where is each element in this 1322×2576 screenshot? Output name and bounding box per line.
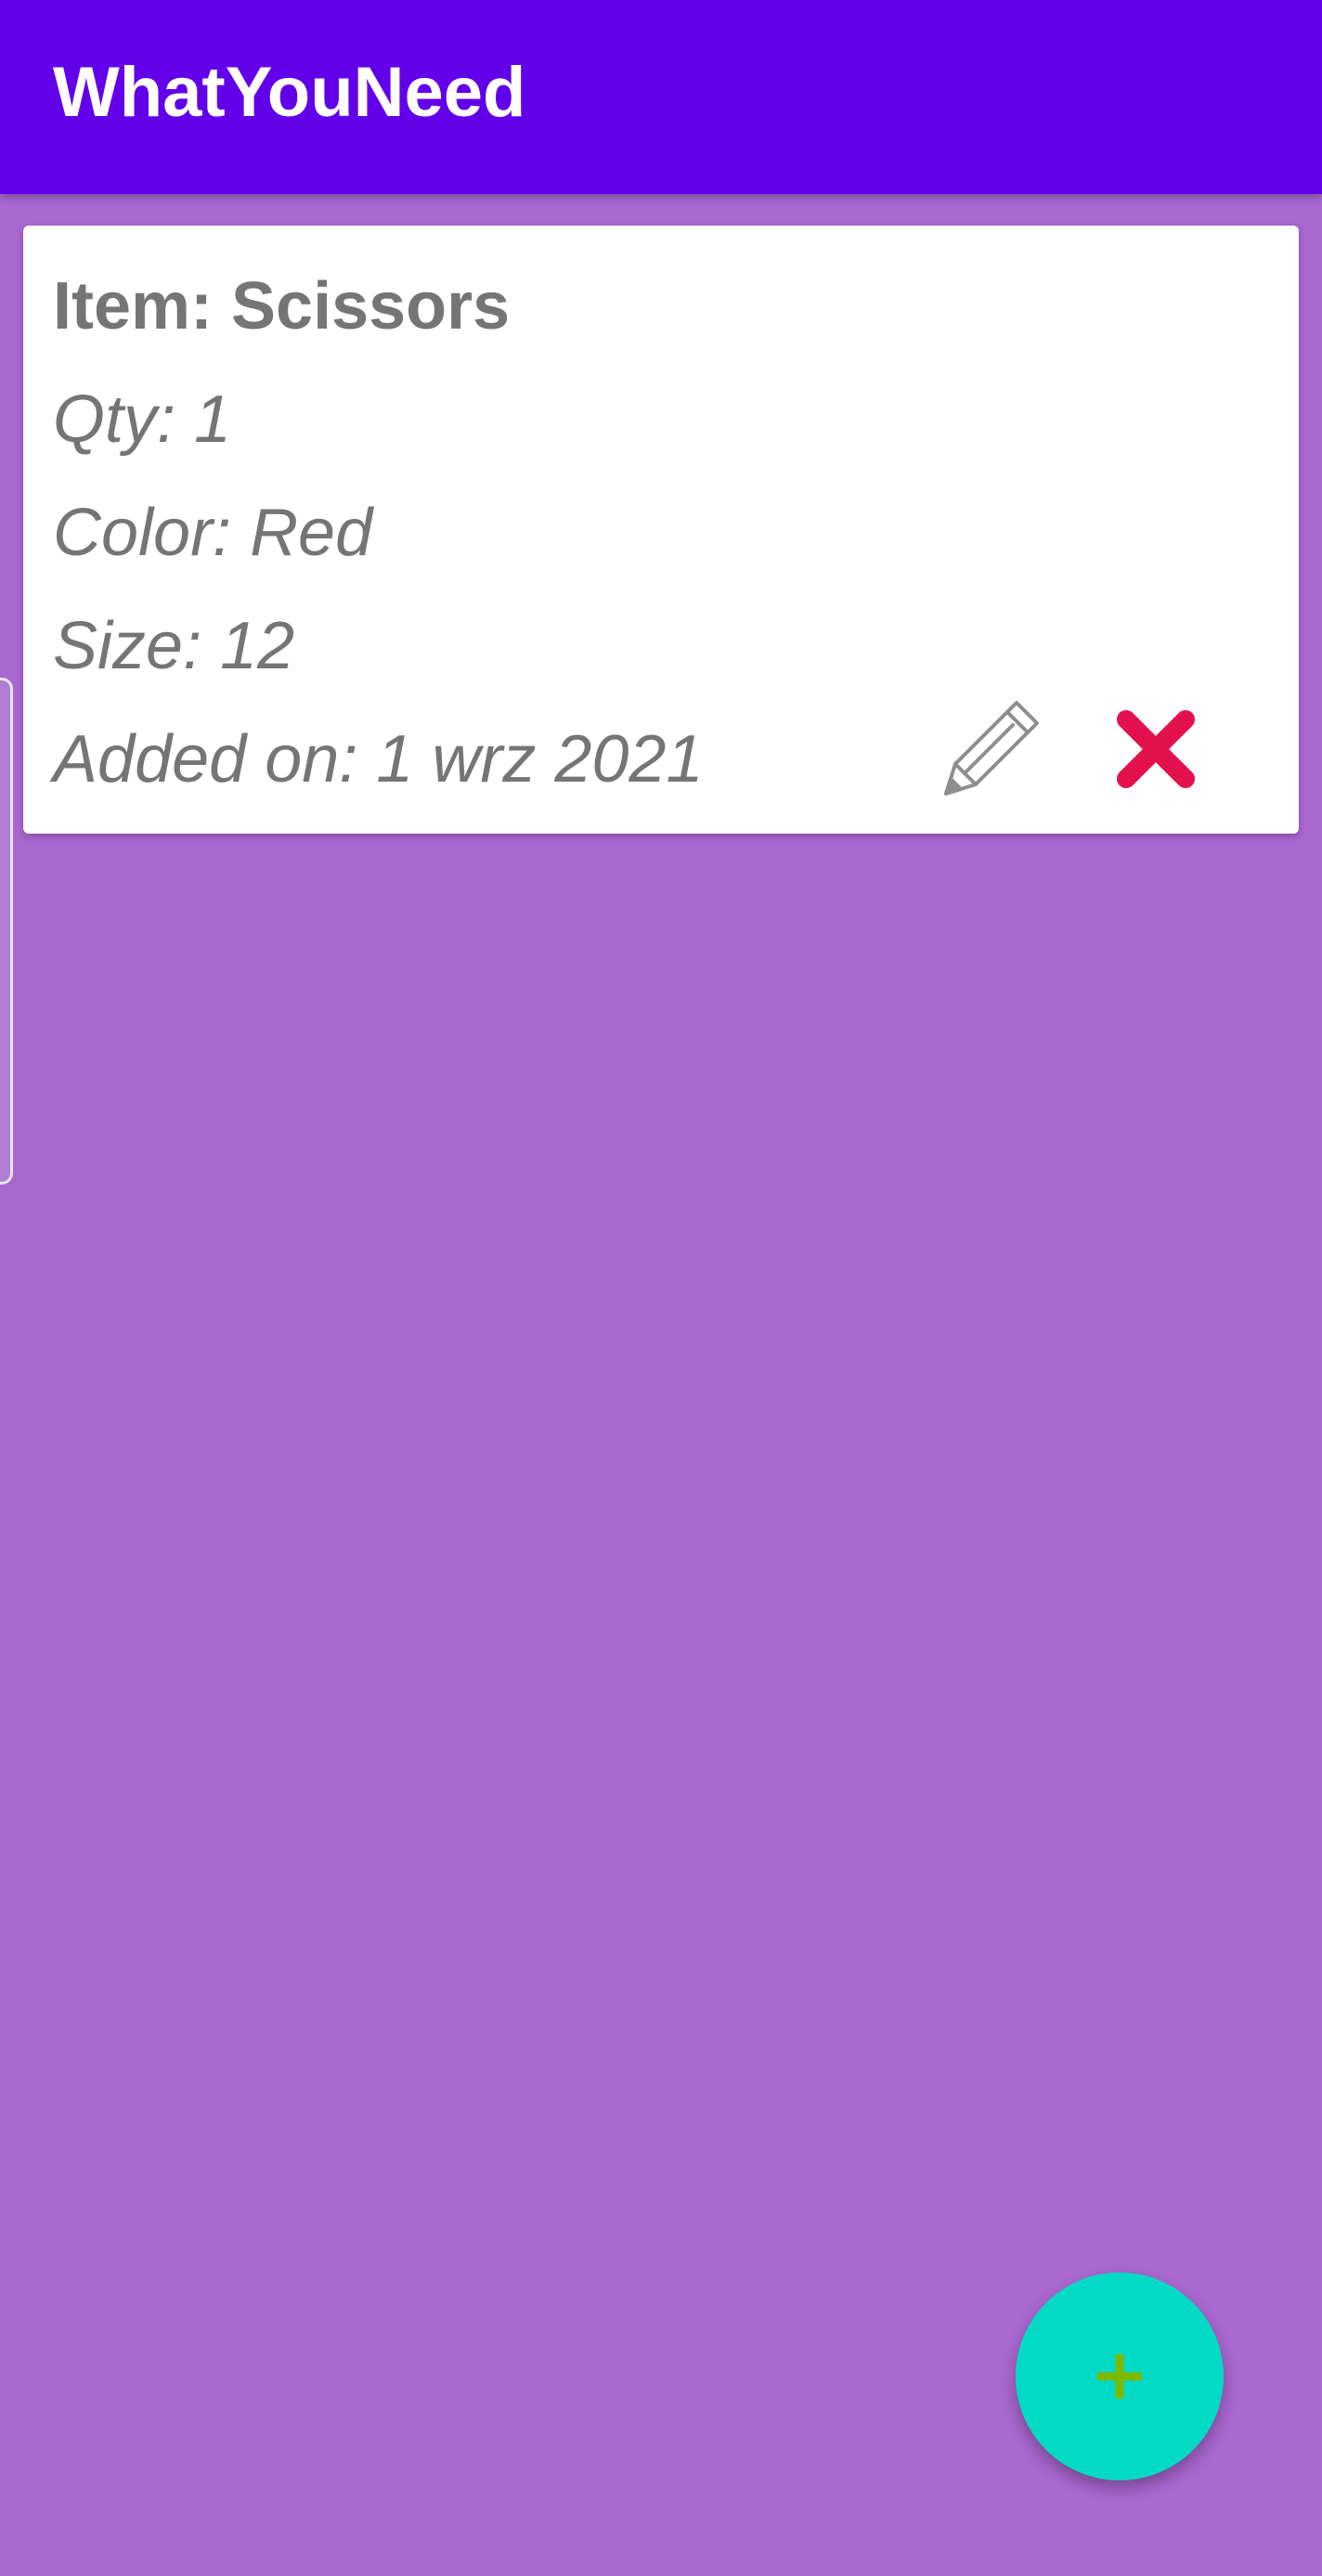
delete-item-button[interactable] (1109, 703, 1202, 796)
app-title: WhatYouNeed (53, 53, 526, 132)
pencil-icon (944, 701, 1039, 796)
close-icon (1117, 710, 1195, 788)
item-card: Item: Scissors Qty: 1 Color: Red Size: 1… (23, 226, 1299, 834)
item-size: Size: 12 (53, 609, 295, 683)
add-item-button[interactable] (1016, 2272, 1224, 2480)
item-qty: Qty: 1 (53, 382, 232, 457)
item-added-on: Added on: 1 wrz 2021 (53, 722, 704, 796)
edit-item-button[interactable] (935, 693, 1046, 805)
plus-icon (1097, 2354, 1142, 2399)
item-title: Item: Scissors (53, 269, 511, 343)
edge-panel-handle[interactable] (0, 678, 13, 1184)
app-bar: WhatYouNeed (0, 0, 1322, 194)
item-color: Color: Red (53, 496, 373, 570)
